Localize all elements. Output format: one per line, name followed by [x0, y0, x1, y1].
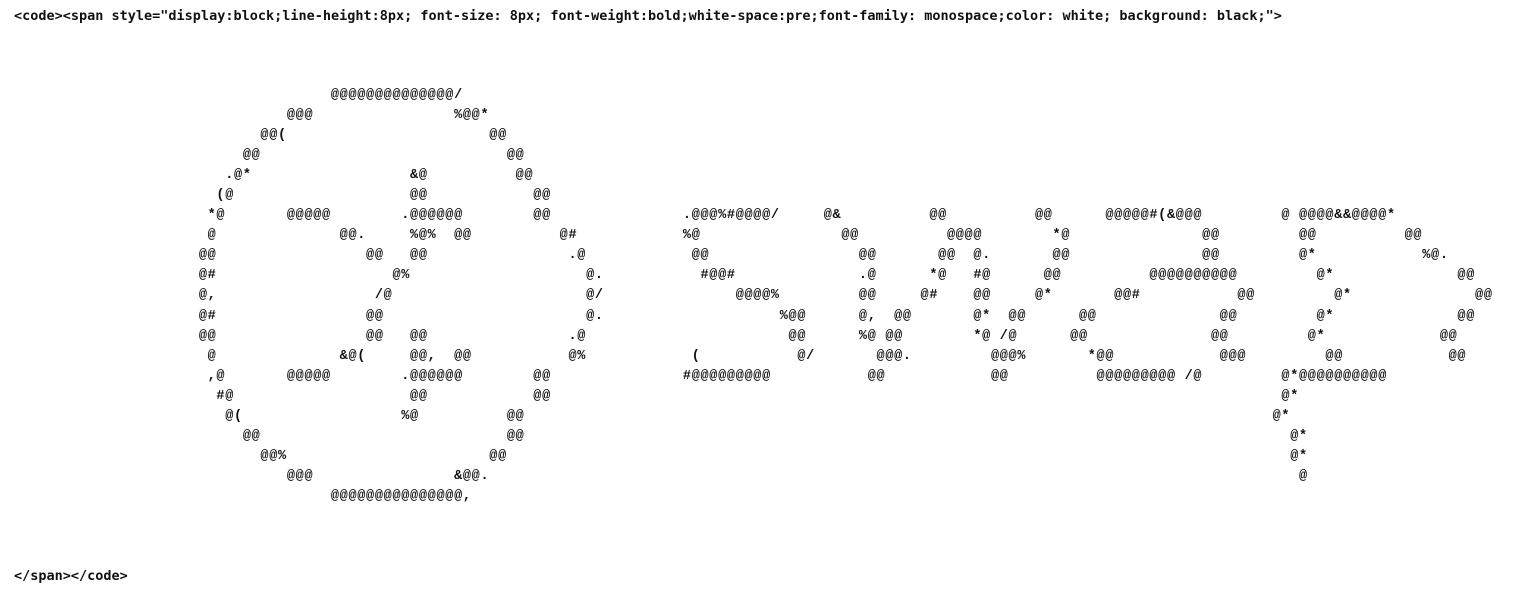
ascii-art-line: #@ @@ @@ @* — [14, 388, 1520, 404]
ascii-art-line: @@ @@ @@ .@ @@ @@ @@ @. @@ @@ @* %@. — [14, 248, 1520, 264]
ascii-art-line: @@ @@ — [14, 148, 1476, 164]
ascii-art-line: .@* &@ @@ — [14, 168, 1467, 184]
ascii-art-line: (@ @@ @@ — [14, 188, 1476, 204]
ascii-art-line: *@ @@@@@ .@@@@@@ @@ .@@@%#@@@@/ @& @@ @@… — [14, 208, 1484, 224]
ascii-art-line: @@@@@@@@@@@@@@/ — [14, 88, 1467, 103]
ascii-art-line: @@@@@@@@@@@@@@@, — [14, 488, 1476, 504]
ascii-art-line: @, /@ @/ @@@@% @@ @# @@ @* @@# @@ @* @@ — [14, 288, 1532, 304]
ascii-art-line: @ &@( @@, @@ @% ( @/ @@@. @@@% *@@ @@@ @… — [14, 348, 1532, 364]
ascii-art-line: ,@ @@@@@ .@@@@@@ @@ #@@@@@@@@@ @@ @@ @@@… — [14, 368, 1528, 384]
ascii-art-line: @@( @@ — [14, 128, 1476, 144]
ascii-art-line: @@ @@ @* — [14, 428, 1528, 444]
ascii-art-line: @# @% @. #@@# .@ *@ #@ @@ @@@@@@@@@@ @* … — [14, 268, 1532, 284]
ascii-art-line: @@@ %@@* — [14, 108, 1476, 124]
ascii-art-line: @# @@ @. %@@ @, @@ @* @@ @@ @@ @* @@ — [14, 308, 1532, 324]
ascii-art-line: @( %@ @@ @* — [14, 408, 1511, 424]
code-open-tag: <code><span style="display:block;line-he… — [14, 8, 1282, 24]
ascii-art-block: @@@@@@@@@@@@@@/ @@@ %@@* @@(@@ @@ @@ .@… — [14, 86, 1532, 507]
ascii-art-line: @ @@. %@% @@ @# %@ @@ @@@@ *@ @@ @@ @@ — [14, 228, 1520, 244]
ascii-art-line: @@ @@ @@ .@ @@ %@ @@ *@ /@ @@ @@ @* @@ — [14, 328, 1532, 344]
code-close-tag: </span></code> — [14, 568, 128, 584]
ascii-art-line: @@@ &@@. @ — [14, 468, 1532, 484]
ascii-art-line: @@% @@ @* — [14, 448, 1528, 464]
